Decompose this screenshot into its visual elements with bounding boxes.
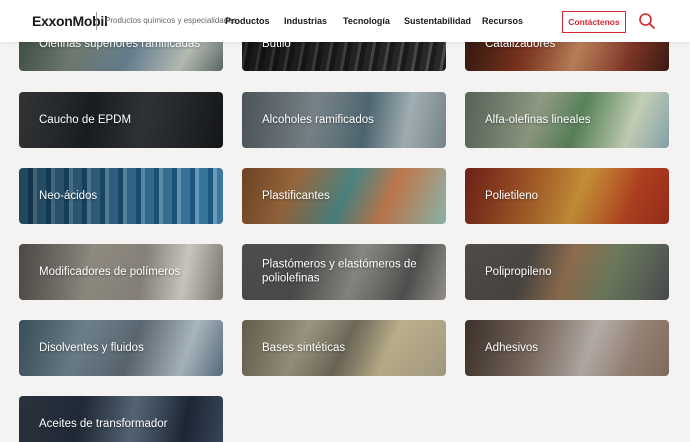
tile-alcoholes-ramificados[interactable]: Alcoholes ramificados xyxy=(242,92,446,148)
tile-label: Aceites de transformador xyxy=(39,417,168,430)
search-button[interactable] xyxy=(638,12,656,30)
tile-bases-sinteticas[interactable]: Bases sintéticas xyxy=(242,320,446,376)
tile-polipropileno[interactable]: Polipropileno xyxy=(465,244,669,300)
tile-adhesivos[interactable]: Adhesivos xyxy=(465,320,669,376)
tile-caucho-epdm[interactable]: Caucho de EPDM xyxy=(19,92,223,148)
nav-recursos[interactable]: Recursos xyxy=(482,16,523,26)
tile-neo-acidos[interactable]: Neo-ácidos xyxy=(19,168,223,224)
tile-label: Modificadores de polímeros xyxy=(39,265,181,278)
tile-label: Caucho de EPDM xyxy=(39,113,132,126)
nav-productos[interactable]: Productos xyxy=(225,16,270,26)
nav-industrias[interactable]: Industrias xyxy=(284,16,327,26)
tile-aceites-transformador[interactable]: Aceites de transformador xyxy=(19,396,223,442)
tile-label: Bases sintéticas xyxy=(262,341,346,354)
tile-label: Disolventes y fluidos xyxy=(39,341,144,354)
tile-disolventes-fluidos[interactable]: Disolventes y fluidos xyxy=(19,320,223,376)
tile-modificadores-polimeros[interactable]: Modificadores de polímeros xyxy=(19,244,223,300)
tile-label: Neo-ácidos xyxy=(39,189,98,202)
tile-label: Plastificantes xyxy=(262,189,330,202)
tile-label: Alcoholes ramificados xyxy=(262,113,374,126)
tile-alfa-olefinas[interactable]: Alfa-olefinas lineales xyxy=(465,92,669,148)
site-header: ExxonMobil Productos químicos y especial… xyxy=(0,0,690,42)
logo-divider xyxy=(96,12,97,30)
tile-label: Polipropileno xyxy=(485,265,552,278)
tile-plastificantes[interactable]: Plastificantes xyxy=(242,168,446,224)
tile-polietileno[interactable]: Polietileno xyxy=(465,168,669,224)
contact-button[interactable]: Contáctenos xyxy=(562,11,626,33)
nav-tecnologia[interactable]: Tecnología xyxy=(343,16,390,26)
tile-label: Alfa-olefinas lineales xyxy=(485,113,591,126)
tile-plastomeros-elastomeros[interactable]: Plastómeros y elastómeros de poliolefina… xyxy=(242,244,446,300)
page: Olefinas superiores ramificadas Butilo C… xyxy=(0,0,690,442)
tile-label: Polietileno xyxy=(485,189,539,202)
logo-tagline: Productos químicos y especialidades xyxy=(105,16,237,25)
tile-label: Plastómeros y elastómeros de poliolefina… xyxy=(262,258,417,285)
search-icon xyxy=(639,13,655,29)
tile-label: Adhesivos xyxy=(485,341,539,354)
nav-sustentabilidad[interactable]: Sustentabilidad xyxy=(404,16,471,26)
